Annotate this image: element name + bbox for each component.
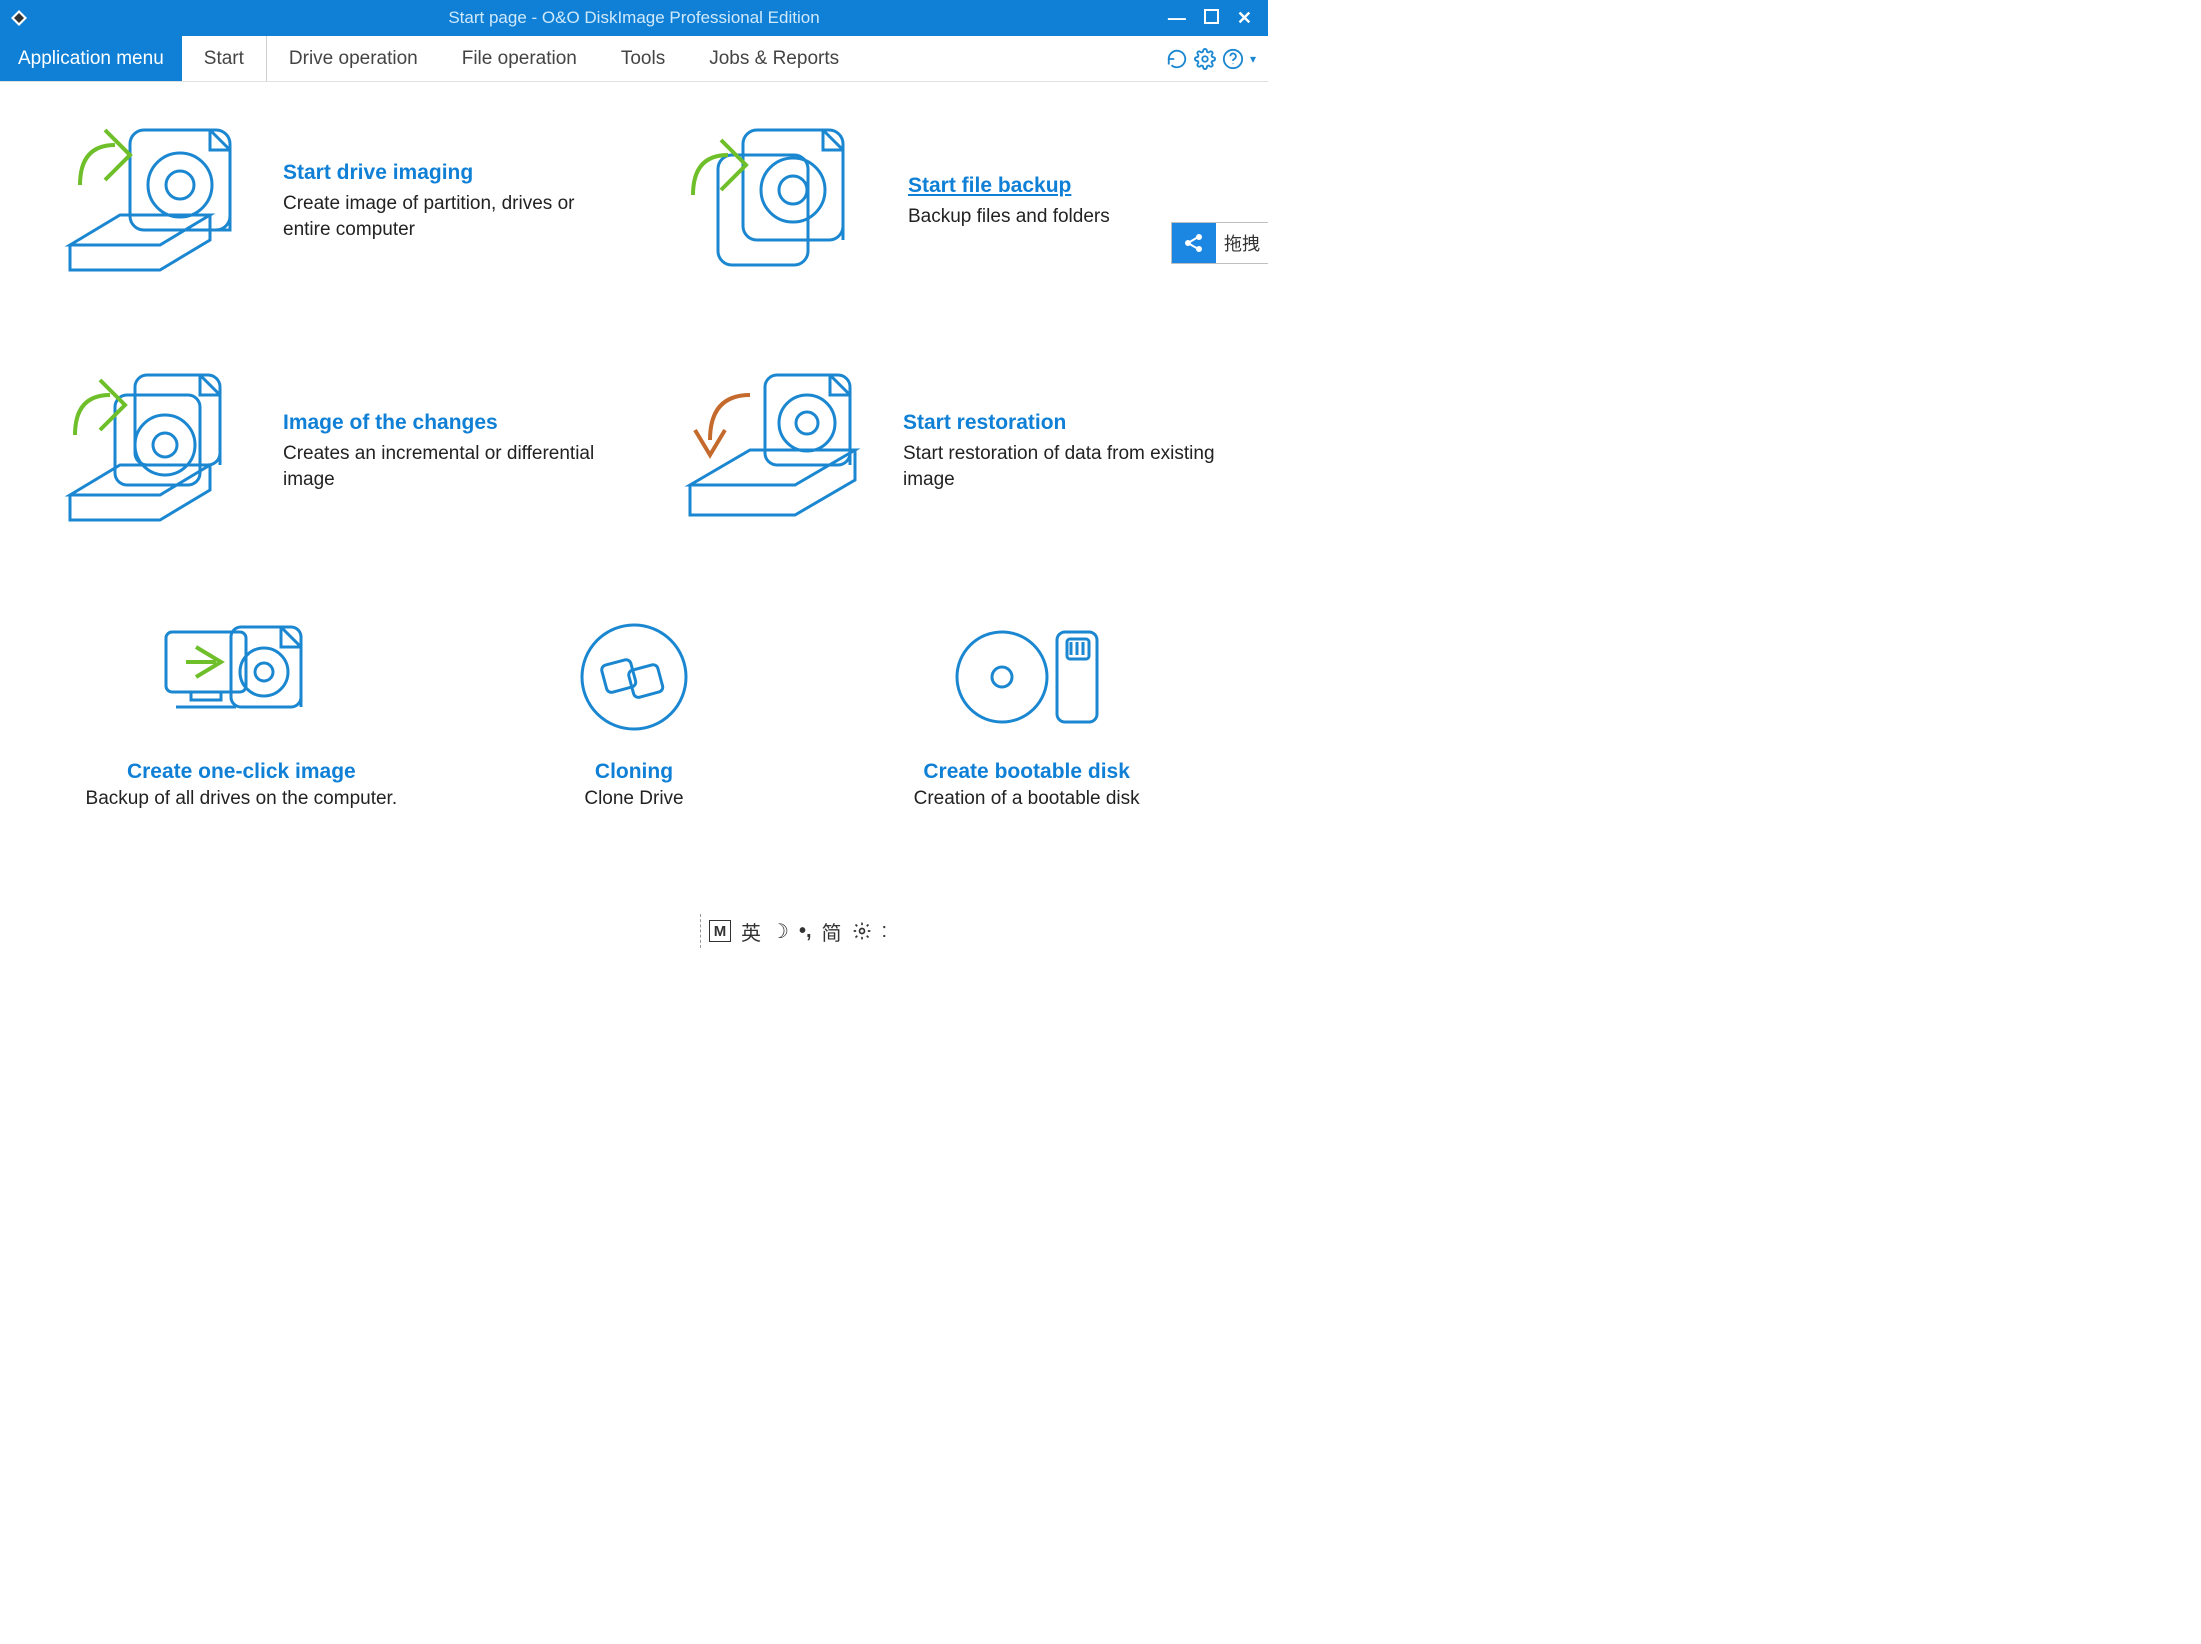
- ime-style[interactable]: 简: [822, 917, 842, 946]
- one-click-image-icon: [61, 612, 421, 742]
- action-desc: Clone Drive: [454, 788, 814, 810]
- help-icon[interactable]: [1222, 48, 1244, 70]
- menubar: Application menu Start Drive operation F…: [0, 36, 1268, 82]
- ime-toolbar[interactable]: M 英 ☽ •, 简 :: [700, 914, 883, 948]
- action-create-bootable-disk[interactable]: Create bootable disk Creation of a boota…: [847, 612, 1207, 810]
- drag-share-widget[interactable]: 拖拽: [1171, 222, 1268, 264]
- app-logo-icon: [8, 7, 30, 29]
- action-start-drive-imaging[interactable]: Start drive imaging Create image of part…: [60, 112, 620, 292]
- action-start-restoration[interactable]: Start restoration Start restoration of d…: [680, 362, 1240, 542]
- drive-imaging-icon: [60, 112, 255, 292]
- action-desc: Backup files and folders: [908, 204, 1110, 230]
- window-title: Start page - O&O DiskImage Professional …: [448, 8, 819, 28]
- action-one-click-image[interactable]: Create one-click image Backup of all dri…: [61, 612, 421, 810]
- tab-tools[interactable]: Tools: [599, 36, 687, 81]
- action-title: Create one-click image: [61, 760, 421, 784]
- action-desc: Creation of a bootable disk: [847, 788, 1207, 810]
- action-desc: Creates an incremental or differential i…: [283, 441, 620, 492]
- action-title: Start drive imaging: [283, 161, 620, 185]
- tab-start[interactable]: Start: [182, 36, 267, 81]
- start-page-content: Start drive imaging Create image of part…: [0, 82, 1268, 840]
- titlebar: Start page - O&O DiskImage Professional …: [0, 0, 1268, 36]
- ime-moon-icon[interactable]: ☽: [771, 919, 789, 944]
- action-desc: Start restoration of data from existing …: [903, 441, 1240, 492]
- action-start-file-backup[interactable]: Start file backup Backup files and folde…: [680, 112, 1240, 292]
- action-title: Start file backup: [908, 174, 1110, 198]
- gear-icon[interactable]: [1194, 48, 1216, 70]
- help-dropdown-caret-icon[interactable]: ▾: [1250, 52, 1256, 66]
- maximize-button[interactable]: [1204, 8, 1219, 29]
- refresh-icon[interactable]: [1166, 48, 1188, 70]
- action-cloning[interactable]: Cloning Clone Drive: [454, 612, 814, 810]
- ime-mode-icon[interactable]: M: [709, 920, 731, 942]
- ime-lang[interactable]: 英: [741, 917, 761, 946]
- cloning-icon: [454, 612, 814, 742]
- action-title: Cloning: [454, 760, 814, 784]
- action-desc: Create image of partition, drives or ent…: [283, 191, 620, 242]
- minimize-button[interactable]: —: [1168, 8, 1186, 29]
- bootable-disk-icon: [847, 612, 1207, 742]
- action-desc: Backup of all drives on the computer.: [61, 788, 421, 810]
- restoration-icon: [680, 362, 875, 542]
- action-image-of-changes[interactable]: Image of the changes Creates an incremen…: [60, 362, 620, 542]
- ime-gear-icon[interactable]: [852, 921, 872, 941]
- share-icon: [1172, 223, 1216, 263]
- application-menu-button[interactable]: Application menu: [0, 36, 182, 81]
- ime-punct-icon[interactable]: •,: [799, 920, 812, 943]
- ime-more-icon[interactable]: :: [882, 920, 884, 943]
- tab-file-operation[interactable]: File operation: [440, 36, 599, 81]
- action-title: Create bootable disk: [847, 760, 1207, 784]
- close-button[interactable]: ✕: [1237, 8, 1252, 29]
- action-title: Start restoration: [903, 411, 1240, 435]
- image-changes-icon: [60, 362, 255, 542]
- tab-jobs-reports[interactable]: Jobs & Reports: [687, 36, 861, 81]
- drag-widget-label: 拖拽: [1216, 230, 1268, 256]
- file-backup-icon: [680, 112, 880, 292]
- tab-drive-operation[interactable]: Drive operation: [267, 36, 440, 81]
- action-title: Image of the changes: [283, 411, 620, 435]
